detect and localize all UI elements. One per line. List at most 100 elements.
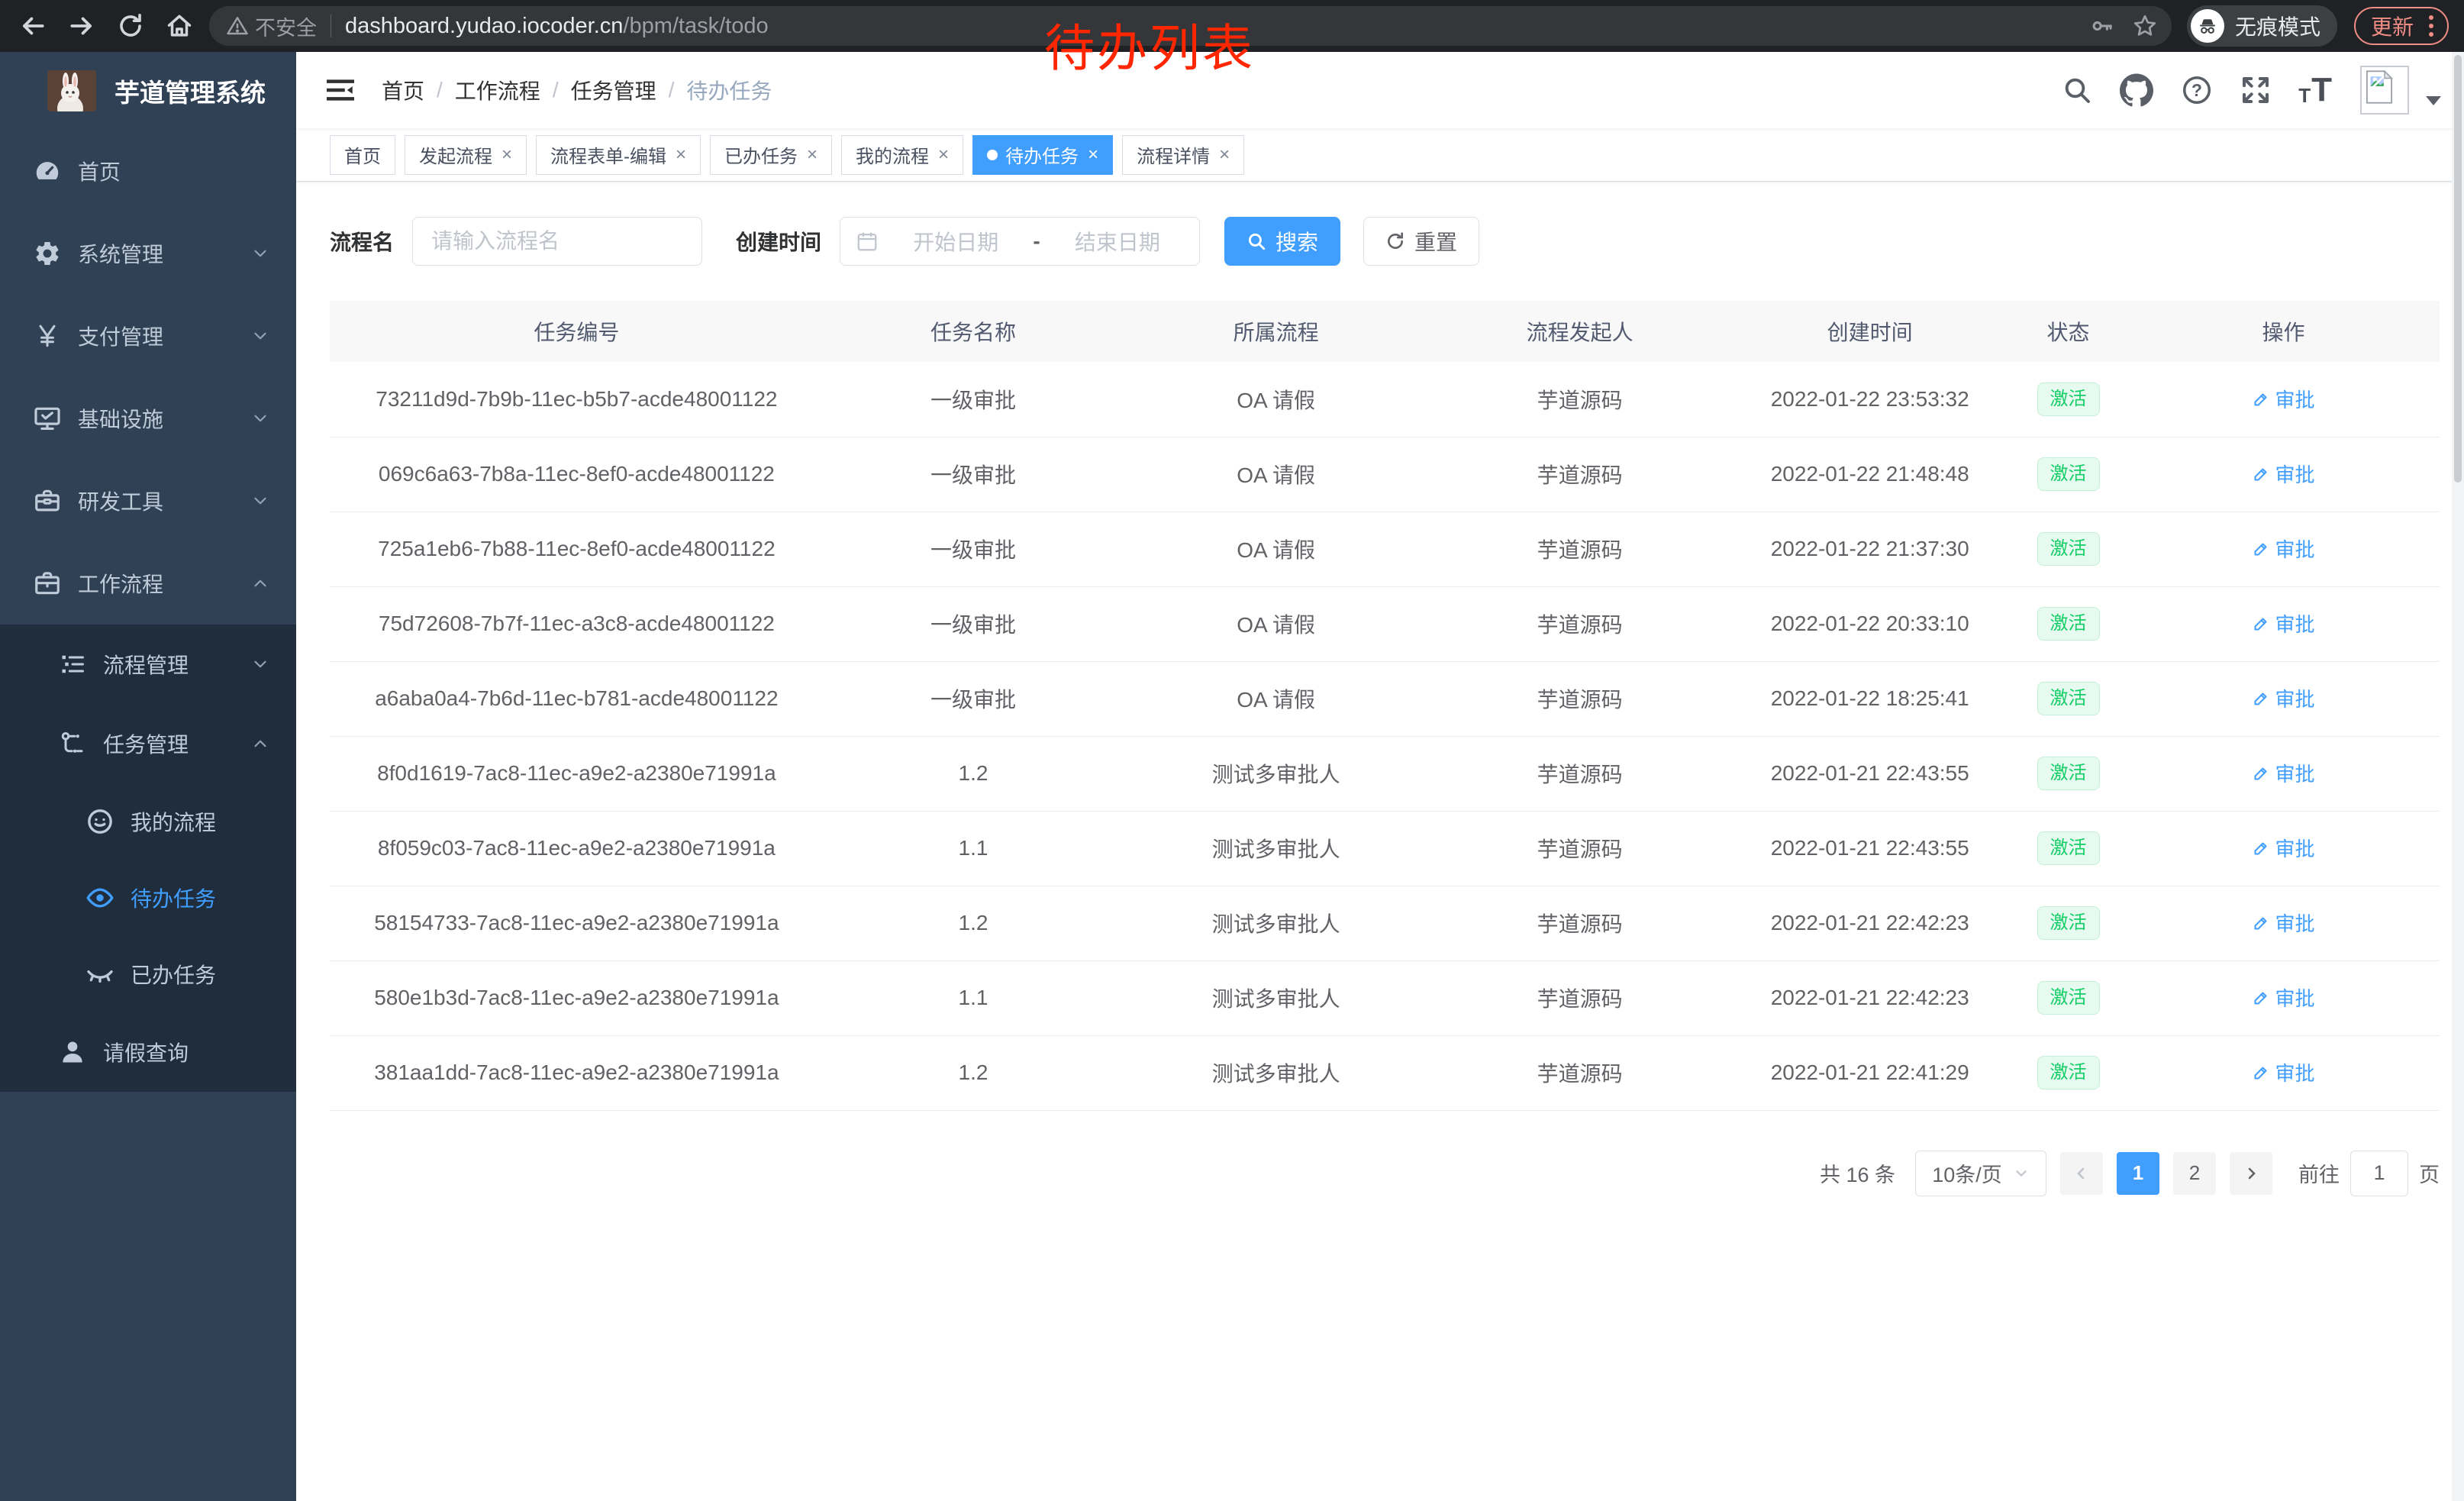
end-date-placeholder: 结束日期 — [1051, 226, 1184, 257]
breadcrumb-separator: / — [437, 78, 443, 102]
cell-task-name: 一级审批 — [824, 661, 1123, 736]
tab-发起流程[interactable]: 发起流程 × — [405, 135, 527, 175]
sidebar-item-系统管理[interactable]: 系统管理 — [0, 212, 296, 295]
approve-link[interactable]: 审批 — [2252, 684, 2314, 712]
tab-close-icon[interactable]: × — [502, 146, 512, 164]
address-bar[interactable]: 不安全 dashboard.yudao.iocoder.cn/bpm/task/… — [209, 6, 2172, 46]
search-icon[interactable] — [2062, 75, 2092, 105]
sidebar-item-支付管理[interactable]: 支付管理 — [0, 295, 296, 377]
breadcrumb-item-任务管理[interactable]: 任务管理 — [571, 75, 656, 105]
search-button[interactable]: 搜索 — [1224, 217, 1340, 266]
sidebar-item-工作流程[interactable]: 工作流程 — [0, 542, 296, 625]
next-page-button[interactable] — [2230, 1152, 2272, 1195]
breadcrumb-item-首页[interactable]: 首页 — [382, 75, 424, 105]
tab-close-icon[interactable]: × — [676, 146, 686, 164]
date-range-picker[interactable]: 开始日期 - 结束日期 — [840, 217, 1200, 266]
approve-link[interactable]: 审批 — [2252, 1058, 2314, 1086]
status-badge: 激活 — [2037, 682, 2100, 715]
approve-link[interactable]: 审批 — [2252, 909, 2314, 937]
sidebar-item-label: 任务管理 — [103, 728, 189, 759]
fullscreen-icon[interactable] — [2240, 75, 2271, 105]
table-row: 8f059c03-7ac8-11ec-a9e2-a2380e71991a 1.1… — [330, 811, 2440, 886]
app-logo-row[interactable]: 芋道管理系统 — [0, 52, 296, 130]
tab-close-icon[interactable]: × — [1088, 146, 1098, 164]
approve-link[interactable]: 审批 — [2252, 759, 2314, 787]
sidebar-item-首页[interactable]: 首页 — [0, 130, 296, 212]
sidebar-item-我的流程[interactable]: 我的流程 — [0, 783, 296, 860]
sidebar-collapse-icon[interactable] — [324, 73, 357, 107]
not-secure-indicator[interactable]: 不安全 — [226, 11, 317, 41]
reset-button[interactable]: 重置 — [1363, 217, 1479, 266]
sidebar-item-已办任务[interactable]: 已办任务 — [0, 936, 296, 1012]
sidebar-item-请假查询[interactable]: 请假查询 — [0, 1012, 296, 1092]
sidebar-item-研发工具[interactable]: 研发工具 — [0, 460, 296, 542]
approve-link[interactable]: 审批 — [2252, 534, 2314, 563]
tab-close-icon[interactable]: × — [807, 146, 818, 164]
sidebar-item-label: 系统管理 — [78, 238, 163, 269]
help-icon[interactable]: ? — [2181, 74, 2213, 106]
cell-task-name: 一级审批 — [824, 512, 1123, 586]
page-button-1[interactable]: 1 — [2117, 1152, 2159, 1195]
chevron-up-icon — [250, 573, 270, 593]
sidebar-item-待办任务[interactable]: 待办任务 — [0, 860, 296, 936]
breadcrumb-item-工作流程[interactable]: 工作流程 — [455, 75, 540, 105]
password-key-icon[interactable] — [2089, 13, 2115, 39]
active-tab-dot — [987, 150, 998, 160]
security-label: 不安全 — [255, 11, 317, 41]
cell-process: OA 请假 — [1123, 586, 1429, 661]
warning-icon — [226, 15, 249, 37]
approve-link[interactable]: 审批 — [2252, 834, 2314, 862]
column-header-任务名称: 任务名称 — [824, 301, 1123, 362]
cell-task-name: 1.1 — [824, 960, 1123, 1035]
yen-icon — [32, 321, 63, 351]
table-row: 069c6a63-7b8a-11ec-8ef0-acde48001122 一级审… — [330, 437, 2440, 512]
sidebar-item-label: 工作流程 — [78, 568, 163, 599]
sidebar-item-任务管理[interactable]: 任务管理 — [0, 704, 296, 783]
tab-已办任务[interactable]: 已办任务 × — [710, 135, 832, 175]
tab-close-icon[interactable]: × — [938, 146, 949, 164]
cell-create-time: 2022-01-22 21:48:48 — [1730, 437, 2009, 512]
font-size-icon[interactable]: TT — [2298, 75, 2333, 105]
browser-reload-button[interactable] — [108, 5, 153, 47]
approve-link[interactable]: 审批 — [2252, 983, 2314, 1012]
approve-link[interactable]: 审批 — [2252, 609, 2314, 638]
avatar[interactable] — [2360, 66, 2409, 115]
sidebar-item-基础设施[interactable]: 基础设施 — [0, 377, 296, 460]
tab-流程详情[interactable]: 流程详情 × — [1122, 135, 1244, 175]
briefcase-icon — [32, 568, 63, 599]
tab-close-icon[interactable]: × — [1219, 146, 1230, 164]
approve-link[interactable]: 审批 — [2252, 460, 2314, 488]
cell-task-name: 一级审批 — [824, 586, 1123, 661]
status-badge: 激活 — [2037, 383, 2100, 416]
app-logo — [47, 70, 96, 111]
browser-forward-button[interactable] — [60, 5, 104, 47]
approve-link[interactable]: 审批 — [2252, 385, 2314, 413]
cell-task-id: a6aba0a4-7b6d-11ec-b781-acde48001122 — [330, 661, 824, 736]
edit-pencil-icon — [2252, 689, 2270, 708]
page-button-2[interactable]: 2 — [2173, 1152, 2216, 1195]
page-scrollbar[interactable] — [2452, 52, 2464, 1501]
browser-home-button[interactable] — [157, 5, 202, 47]
tab-流程表单-编辑[interactable]: 流程表单-编辑 × — [536, 135, 701, 175]
goto-page-input[interactable] — [2350, 1151, 2408, 1196]
cell-starter: 芋道源码 — [1429, 736, 1730, 811]
column-header-任务编号: 任务编号 — [330, 301, 824, 362]
prev-page-button[interactable] — [2060, 1152, 2103, 1195]
github-icon[interactable] — [2120, 73, 2153, 107]
browser-menu-icon[interactable] — [2426, 15, 2437, 37]
avatar-dropdown-caret[interactable] — [2426, 96, 2441, 105]
tab-首页[interactable]: 首页 — [330, 135, 395, 175]
cell-create-time: 2022-01-22 18:25:41 — [1730, 661, 2009, 736]
tab-我的流程[interactable]: 我的流程 × — [841, 135, 963, 175]
process-name-input[interactable] — [412, 217, 702, 266]
status-badge: 激活 — [2037, 1056, 2100, 1089]
page-size-select[interactable]: 10条/页 — [1915, 1151, 2046, 1196]
tab-待办任务[interactable]: 待办任务 × — [972, 135, 1113, 175]
browser-back-button[interactable] — [11, 5, 55, 47]
sidebar-item-流程管理[interactable]: 流程管理 — [0, 625, 296, 704]
dashboard-icon — [32, 156, 63, 186]
bookmark-star-icon[interactable] — [2132, 13, 2158, 39]
edit-pencil-icon — [2252, 839, 2270, 857]
browser-update-button[interactable]: 更新 — [2354, 7, 2449, 45]
breadcrumb-separator: / — [553, 78, 559, 102]
